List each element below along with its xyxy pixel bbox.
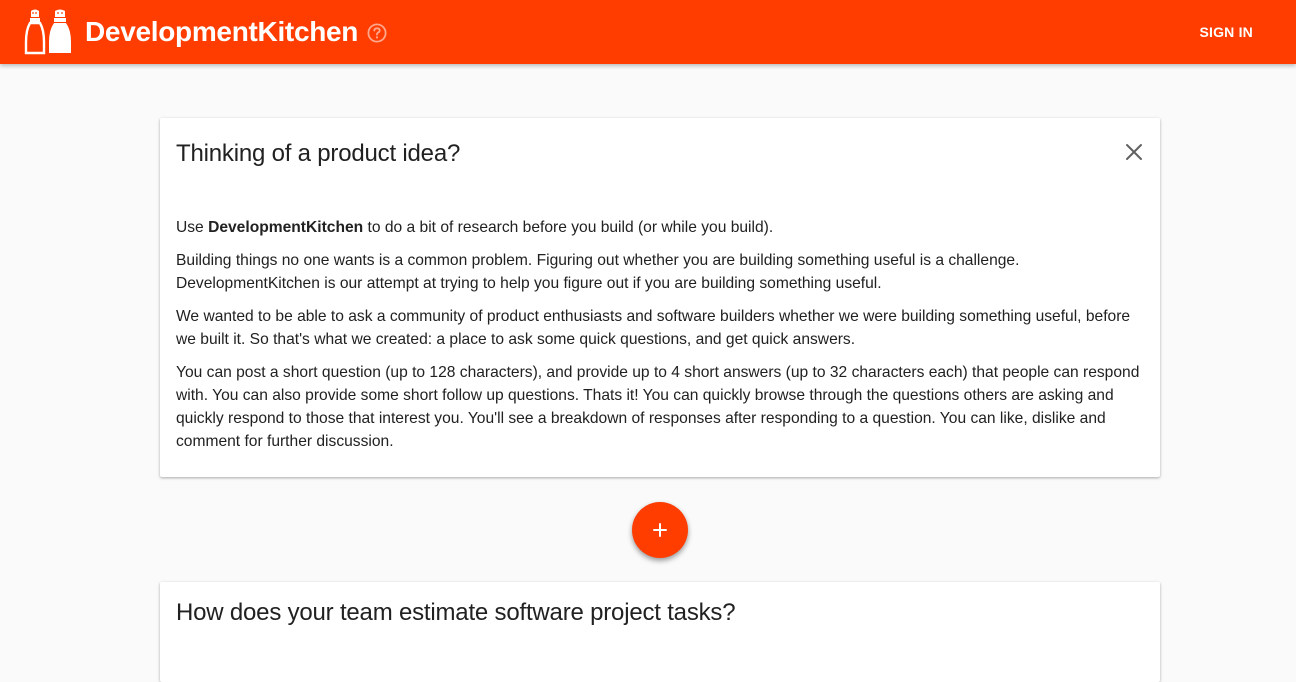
close-icon[interactable] <box>1122 140 1146 164</box>
intro-paragraph-2: Building things no one wants is a common… <box>176 252 1020 292</box>
intro-paragraph-4: You can post a short question (up to 128… <box>176 364 1140 450</box>
intro-paragraph-1: Use DevelopmentKitchen to do a bit of re… <box>176 216 1144 239</box>
add-question-button[interactable] <box>632 502 688 558</box>
intro-body: Use DevelopmentKitchen to do a bit of re… <box>176 216 1144 463</box>
salt-pepper-shakers-icon[interactable] <box>22 8 74 56</box>
help-circle-icon[interactable] <box>367 23 387 43</box>
plus-icon <box>653 523 667 537</box>
question-title[interactable]: How does your team estimate software pro… <box>176 597 736 629</box>
intro-p1-prefix: Use <box>176 219 209 236</box>
brand-title[interactable]: DevelopmentKitchen <box>85 14 358 50</box>
intro-p1-suffix: to do a bit of research before you build… <box>363 219 774 236</box>
question-card[interactable]: How does your team estimate software pro… <box>160 582 1160 682</box>
intro-title: Thinking of a product idea? <box>176 140 461 167</box>
app-bar: DevelopmentKitchen SIGN IN <box>0 0 1296 64</box>
intro-card: Thinking of a product idea? Use Developm… <box>160 118 1160 477</box>
intro-paragraph-3: We wanted to be able to ask a community … <box>176 308 1131 348</box>
sign-in-button[interactable]: SIGN IN <box>1182 22 1270 42</box>
intro-p1-brand: DevelopmentKitchen <box>208 219 364 236</box>
